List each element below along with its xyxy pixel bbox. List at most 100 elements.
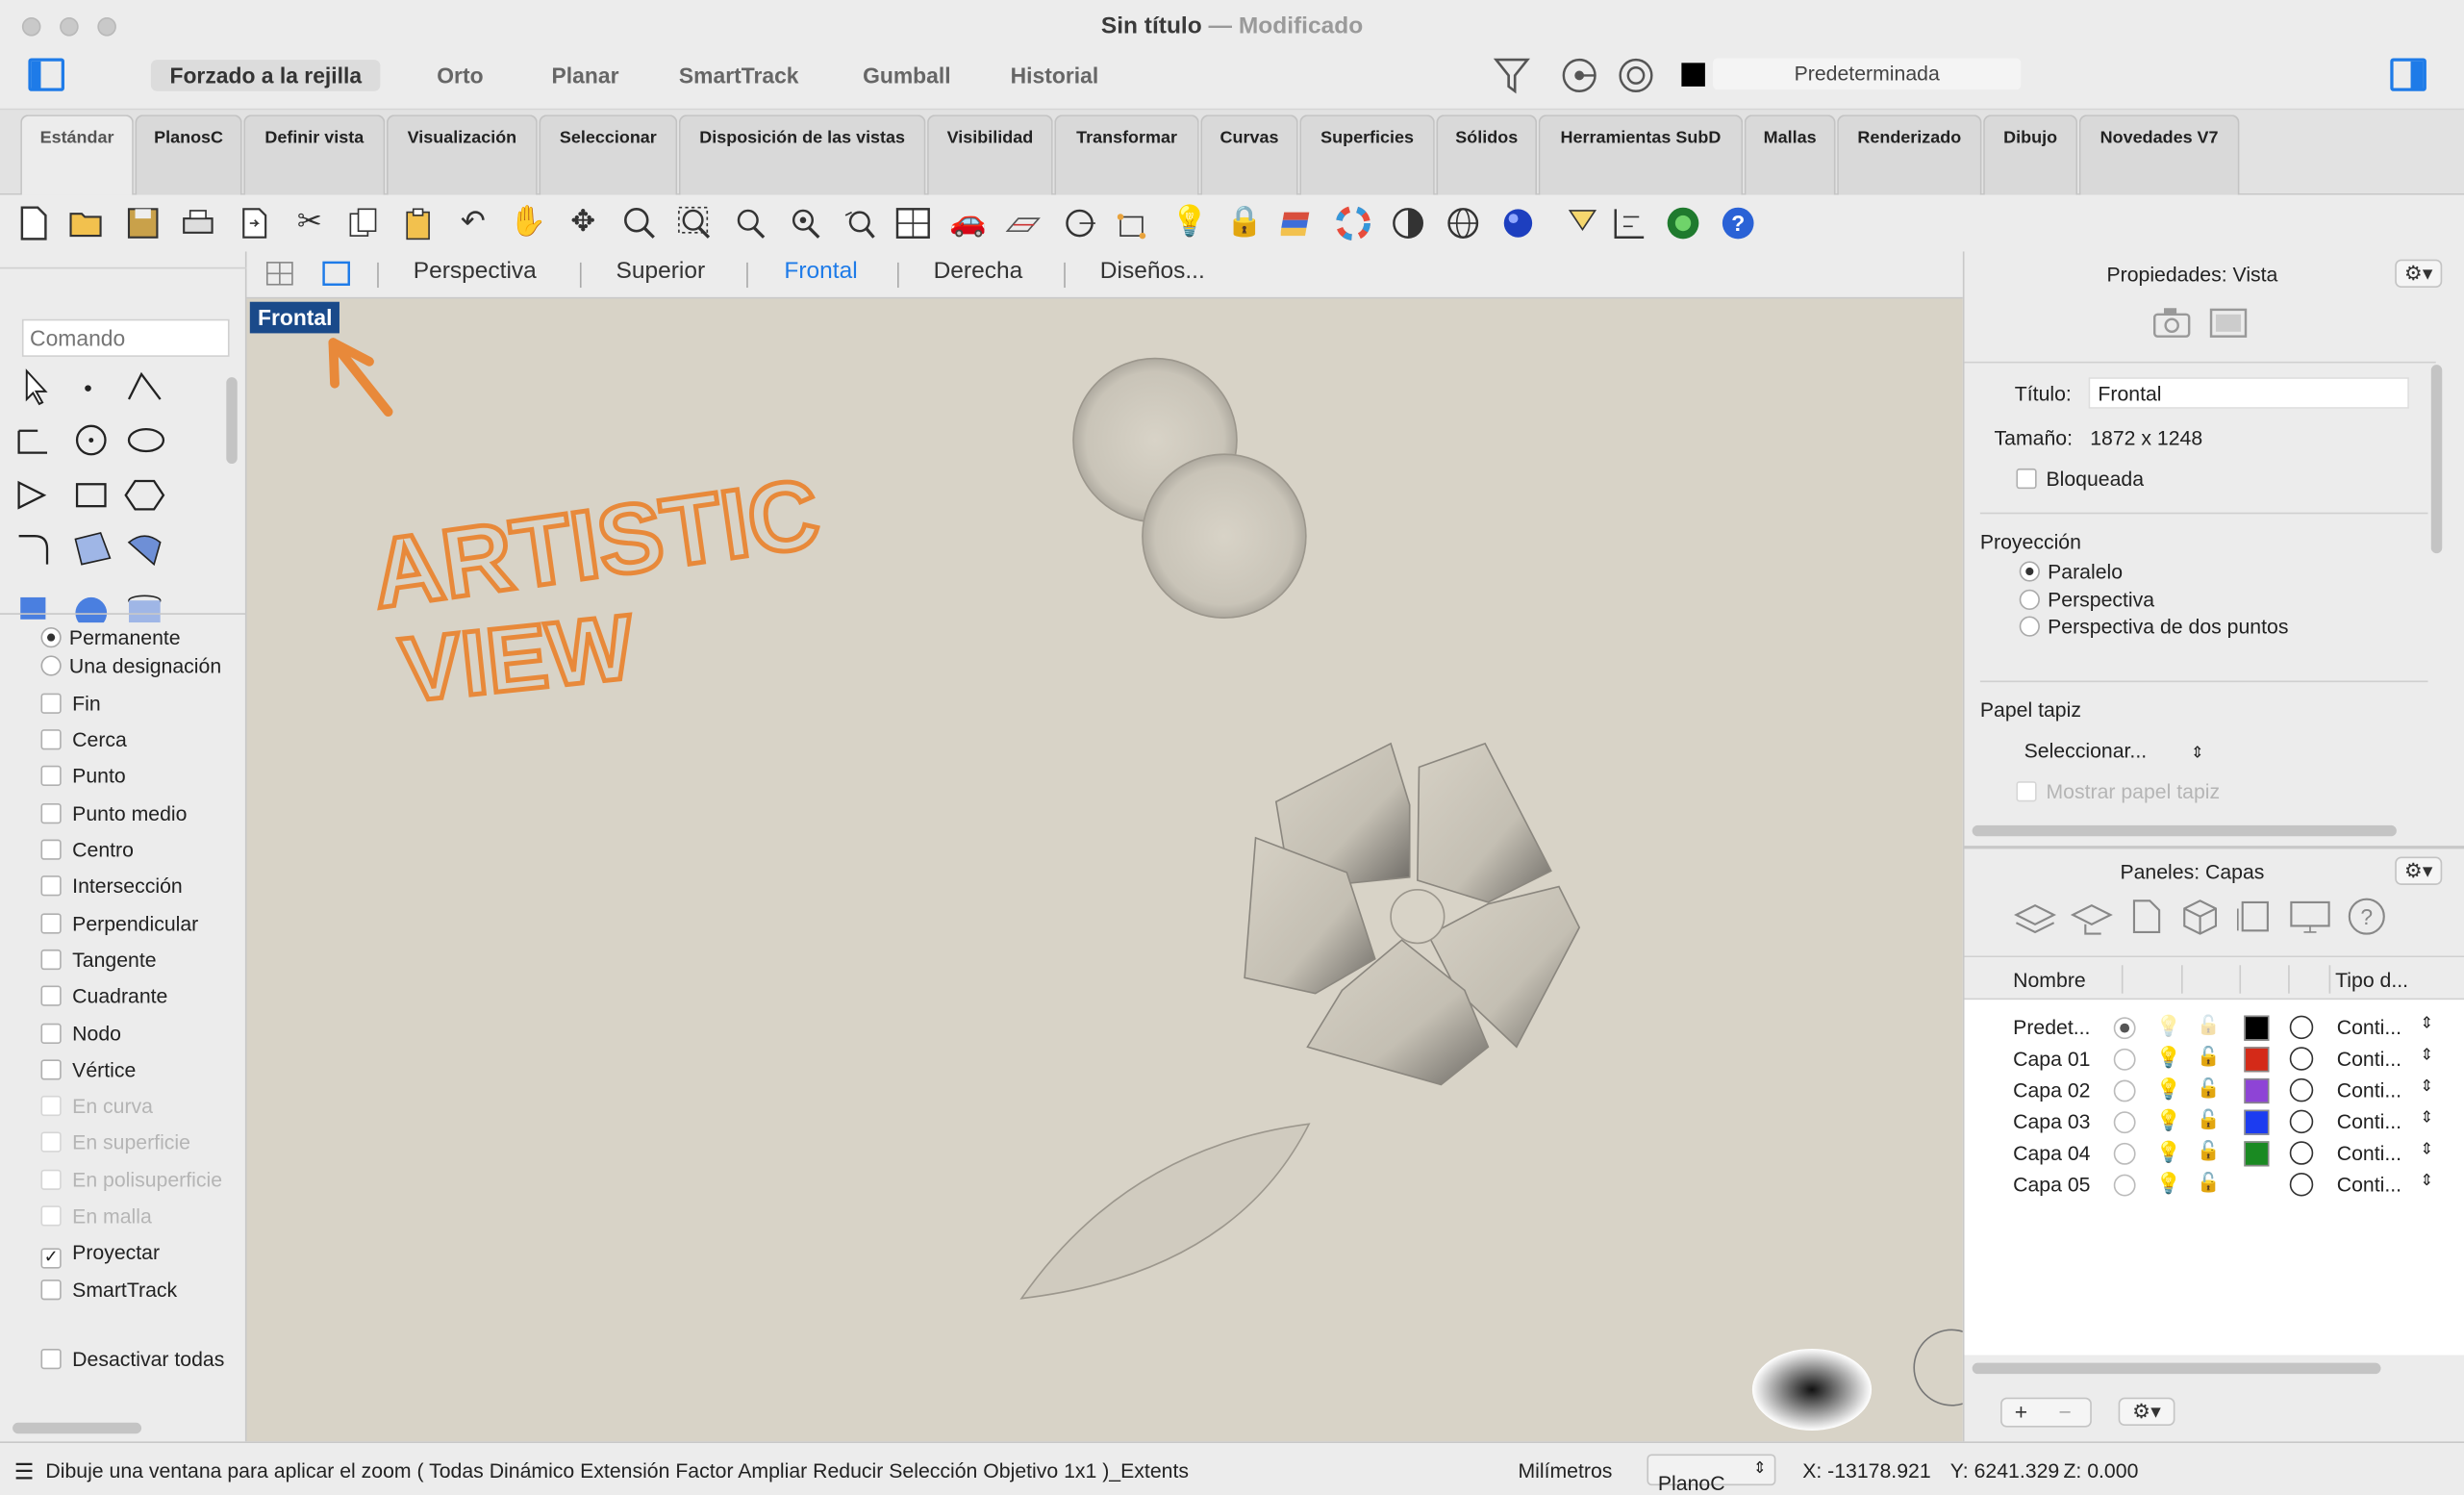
- add-layer-button[interactable]: +: [2015, 1399, 2027, 1424]
- layer-color-swatch[interactable]: [2244, 1173, 2269, 1198]
- save-icon[interactable]: [124, 204, 162, 241]
- circle-shape[interactable]: [1142, 453, 1307, 619]
- viewport-canvas[interactable]: ARTISTIC VIEW: [247, 298, 1963, 1441]
- layer-current-radio-icon[interactable]: [2113, 1048, 2136, 1071]
- layer-current-radio-icon[interactable]: [2113, 1142, 2136, 1165]
- grid-layout-icon[interactable]: [265, 261, 293, 286]
- current-layer-color-swatch[interactable]: [1681, 63, 1705, 87]
- layer-current-radio-icon[interactable]: [2113, 1111, 2136, 1134]
- polygon-icon[interactable]: [13, 473, 60, 518]
- globe-icon[interactable]: [1664, 204, 1701, 241]
- osnap-punto[interactable]: Punto: [40, 762, 126, 790]
- cplane-grid-icon[interactable]: [1004, 204, 1042, 241]
- layout-page-icon[interactable]: [2235, 896, 2275, 936]
- zoom-window-icon[interactable]: [676, 204, 714, 241]
- tab-definir-vista[interactable]: Definir vista: [243, 114, 386, 195]
- osnap-perpendicular[interactable]: Perpendicular: [40, 910, 198, 938]
- annotation-icon[interactable]: [1611, 204, 1648, 241]
- left-panel-scrollbar[interactable]: [13, 1422, 142, 1434]
- cplane-origin-icon[interactable]: [1061, 204, 1098, 241]
- projection-dos-puntos[interactable]: Perspectiva de dos puntos: [2019, 615, 2288, 638]
- lightbulb-icon[interactable]: 💡: [2156, 1140, 2181, 1165]
- cplane-select[interactable]: PlanoC ⇕: [1647, 1454, 1776, 1495]
- dimension-icon[interactable]: [1564, 204, 1601, 241]
- layer-current-radio-icon[interactable]: [2113, 1017, 2136, 1040]
- four-viewports-icon[interactable]: [894, 204, 932, 241]
- osnap-cuadrante[interactable]: Cuadrante: [40, 982, 167, 1010]
- tab-estandar[interactable]: Estándar: [20, 114, 134, 195]
- target-icon[interactable]: [1617, 57, 1654, 94]
- new-document-icon[interactable]: [14, 204, 52, 241]
- lightbulb-icon[interactable]: 💡: [2156, 1014, 2181, 1039]
- tab-mallas[interactable]: Mallas: [1744, 114, 1836, 195]
- box-icon[interactable]: [13, 578, 60, 622]
- rectangle-icon[interactable]: [69, 473, 116, 518]
- projection-perspectiva[interactable]: Perspectiva: [2019, 588, 2154, 612]
- undo-view-icon[interactable]: [841, 204, 878, 241]
- snap-grid-toggle[interactable]: Forzado a la rejilla: [150, 60, 381, 91]
- locked-checkbox[interactable]: Bloqueada: [2016, 467, 2144, 491]
- material-sphere-icon[interactable]: [1389, 204, 1426, 241]
- navigation-ring-icon[interactable]: [1913, 1329, 1963, 1406]
- document-icon[interactable]: [2129, 896, 2164, 936]
- rotate-view-icon[interactable]: ✥: [565, 204, 602, 241]
- paste-icon[interactable]: [399, 204, 437, 241]
- unlock-icon[interactable]: 🔓: [2197, 1046, 2220, 1068]
- unlock-icon[interactable]: 🔓: [2197, 1108, 2220, 1130]
- tab-visibilidad[interactable]: Visibilidad: [927, 114, 1053, 195]
- viewport-tab-derecha[interactable]: Derecha: [934, 258, 1023, 285]
- new-layer-icon[interactable]: [2013, 896, 2057, 936]
- filter-icon[interactable]: [1493, 55, 1530, 95]
- unlock-icon[interactable]: 🔓: [2197, 1014, 2220, 1036]
- new-sublayer-icon[interactable]: [2070, 896, 2114, 936]
- layers-gear-menu-icon[interactable]: ⚙▾: [2395, 856, 2443, 885]
- properties-scrollbar[interactable]: [2430, 365, 2443, 554]
- point-icon[interactable]: [69, 365, 116, 409]
- print-icon[interactable]: [179, 204, 216, 241]
- viewport-tab-frontal[interactable]: Frontal: [784, 258, 857, 285]
- properties-gear-menu-icon[interactable]: ⚙▾: [2395, 259, 2443, 289]
- unlock-icon[interactable]: 🔓: [2197, 1077, 2220, 1099]
- panel-splitter[interactable]: [1964, 846, 2464, 849]
- select-arrow-icon[interactable]: [13, 365, 60, 409]
- lightbulb-icon[interactable]: 💡: [2156, 1171, 2181, 1196]
- layer-row[interactable]: Capa 02 💡 🔓 Conti... ⇕: [1964, 1076, 2464, 1107]
- curve-icon[interactable]: [13, 418, 60, 463]
- viewport-frontal[interactable]: ARTISTIC VIEW Frontal: [246, 298, 1963, 1442]
- zoom-extents-icon[interactable]: [731, 204, 768, 241]
- tab-solidos[interactable]: Sólidos: [1436, 114, 1538, 195]
- layer-linetype[interactable]: Conti...: [2337, 1047, 2401, 1071]
- undo-icon[interactable]: ↶: [454, 204, 491, 241]
- layer-linetype[interactable]: Conti...: [2337, 1078, 2401, 1102]
- wallpaper-select[interactable]: Seleccionar... ⇕: [2024, 739, 2204, 763]
- current-layer-selector[interactable]: Predeterminada: [1713, 58, 2022, 90]
- layer-row[interactable]: Capa 04 💡 🔓 Conti... ⇕: [1964, 1138, 2464, 1170]
- layers-col-name[interactable]: Nombre: [2013, 969, 2086, 993]
- color-wheel-icon[interactable]: [1334, 204, 1371, 241]
- command-input[interactable]: [21, 318, 230, 357]
- material-circle-icon[interactable]: [2289, 1077, 2314, 1102]
- layers-help-icon[interactable]: ?: [2347, 896, 2387, 936]
- open-folder-icon[interactable]: [67, 204, 105, 241]
- tab-curvas[interactable]: Curvas: [1200, 114, 1298, 195]
- ellipse-icon[interactable]: [122, 418, 169, 463]
- osnap-nodo[interactable]: Nodo: [40, 1020, 121, 1048]
- viewport-label[interactable]: Frontal: [249, 301, 340, 334]
- circle-icon[interactable]: [69, 418, 116, 463]
- fillet-icon[interactable]: [13, 526, 60, 570]
- lock-icon[interactable]: 🔒: [1226, 204, 1264, 241]
- planar-toggle[interactable]: Planar: [533, 60, 638, 91]
- osnap-proyectar[interactable]: ✓ Proyectar: [40, 1239, 160, 1269]
- leaf-shape[interactable]: [1019, 1123, 1311, 1300]
- command-history-icon[interactable]: ☰: [14, 1458, 35, 1485]
- layers-h-scrollbar[interactable]: [1972, 1362, 2381, 1375]
- layer-color-swatch[interactable]: [2244, 1047, 2270, 1073]
- properties-h-scrollbar[interactable]: [1972, 824, 2397, 837]
- osnap-fin[interactable]: Fin: [40, 690, 101, 718]
- unlock-icon[interactable]: 🔓: [2197, 1171, 2220, 1193]
- tab-planosc[interactable]: PlanosC: [135, 114, 242, 195]
- tab-herramientas-subd[interactable]: Herramientas SubD: [1538, 114, 1744, 195]
- material-circle-icon[interactable]: [2289, 1015, 2314, 1040]
- osnap-punto-medio[interactable]: Punto medio: [40, 800, 187, 828]
- pan-hand-icon[interactable]: ✋: [509, 204, 547, 241]
